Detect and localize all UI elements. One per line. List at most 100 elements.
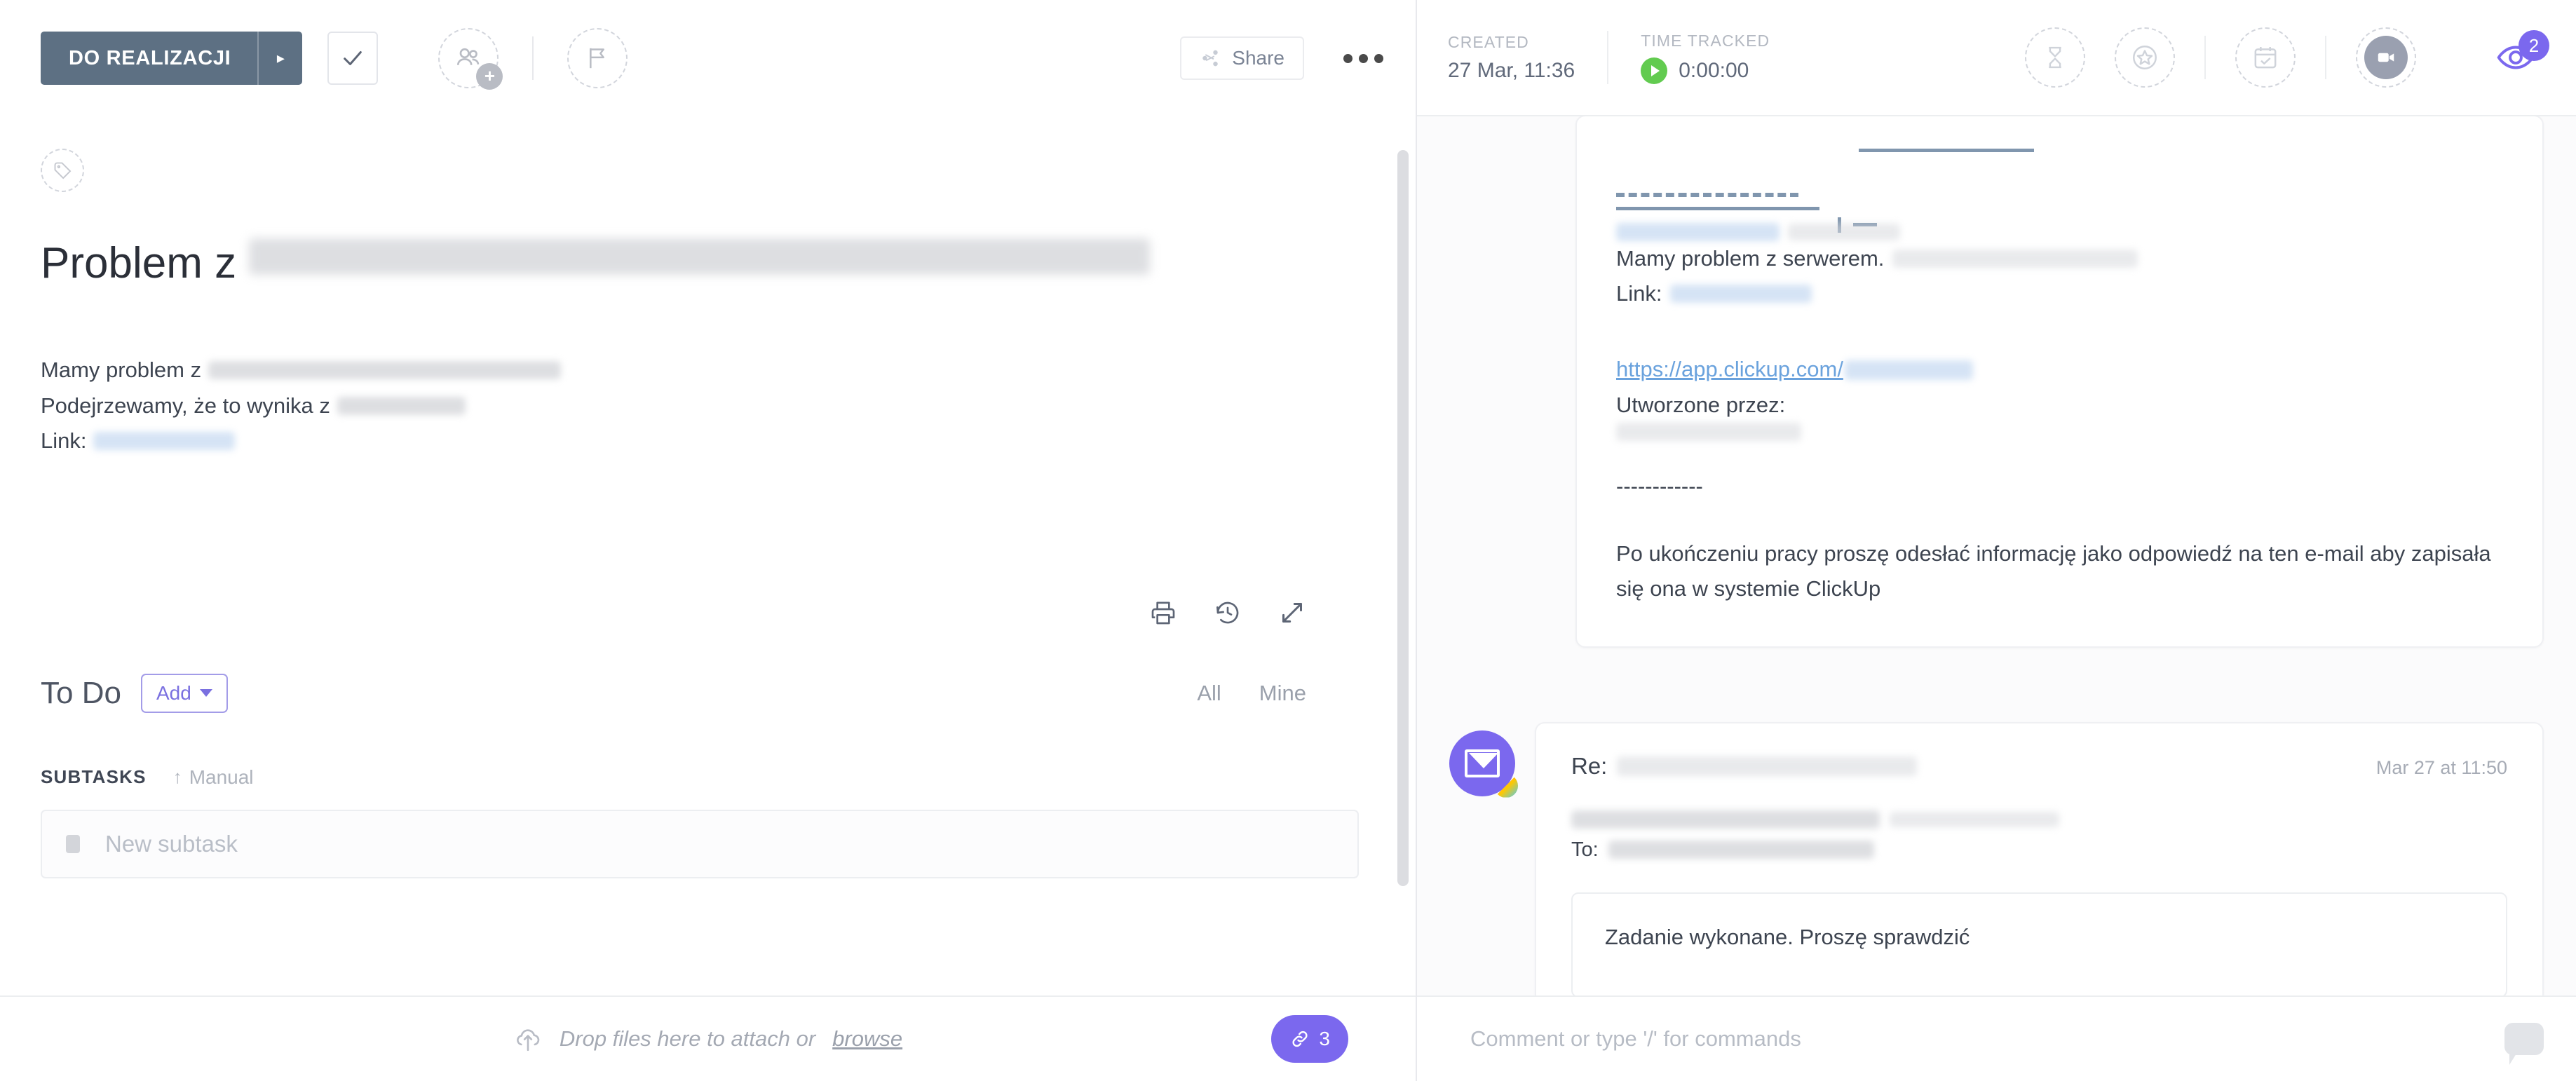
description-line-2-visible: Podejrzewamy, że to wynika z — [41, 393, 330, 418]
email-message-card-2[interactable]: Re: Testowy problem z serwerem Mar 27 at… — [1535, 721, 2544, 995]
clickup-task-link-redacted: 863bj2ywnau — [1844, 360, 1973, 380]
toolbar-right-group: Share — [1180, 36, 1392, 80]
expand-icon — [1282, 602, 1302, 623]
subtasks-sort-button[interactable]: ↑ Manual — [173, 766, 254, 789]
time-tracked-meta[interactable]: TIME TRACKED 0:00:00 — [1641, 32, 1770, 84]
clickup-task-view: DO REALIZACJI ▸ + Share Problem z Mamy p… — [0, 0, 2576, 1081]
email-2-reply-body: Zadanie wykonane. Proszę sprawdzić — [1571, 892, 2507, 995]
history-icon — [1216, 601, 1239, 624]
print-icon — [1151, 601, 1175, 625]
activity-header: CREATED 27 Mar, 11:36 TIME TRACKED 0:00:… — [1417, 0, 2576, 116]
comment-bar[interactable]: Comment or type '/' for commands — [1417, 995, 2576, 1081]
quoted-dashed-divider — [1616, 193, 1798, 197]
email-1-created-by-label: Utworzone przez: — [1616, 388, 2503, 423]
subtask-drag-handle-icon[interactable] — [66, 834, 80, 853]
created-value: 27 Mar, 11:36 — [1448, 58, 1575, 82]
priority-flag-button[interactable] — [567, 28, 628, 88]
chevron-right-icon[interactable]: ▸ — [259, 32, 302, 85]
dot-2 — [1359, 53, 1368, 63]
description-actions — [41, 599, 1367, 630]
description-link-redacted[interactable]: www.mentor.pl — [93, 431, 236, 450]
tab-all[interactable]: All — [1197, 681, 1221, 706]
email-1-body-link-redacted[interactable]: www.mentor.pl — [1670, 285, 1812, 304]
task-description[interactable]: Mamy problem z serwerem. Testowa nazwa p… — [41, 353, 1367, 458]
email-1-clickup-url-row[interactable]: https://app.clickup.com/ 863bj2ywnau — [1616, 352, 2503, 387]
play-icon[interactable] — [1641, 57, 1668, 84]
attachments-count-button[interactable]: 3 — [1271, 1015, 1348, 1063]
email-1-closing-text: Po ukończeniu pracy proszę odesłać infor… — [1616, 541, 2491, 601]
description-line-3-visible: Link: — [41, 428, 87, 453]
description-history-button[interactable] — [1214, 599, 1242, 630]
more-options-button[interactable] — [1335, 47, 1392, 70]
task-tags-button[interactable] — [41, 149, 1367, 192]
created-by-label: Utworzone przez: — [1616, 392, 1786, 417]
browse-files-link[interactable]: browse — [832, 1026, 902, 1052]
subtasks-header: SUBTASKS ↑ Manual — [41, 766, 1367, 789]
time-tracked-row: 0:00:00 — [1641, 57, 1770, 84]
time-estimate-button[interactable] — [2025, 27, 2085, 88]
task-status-label: DO REALIZACJI — [69, 46, 231, 69]
activity-feed[interactable]: Testowy problem z serwerem Mamy problem … — [1417, 116, 2576, 995]
share-button[interactable]: Share — [1180, 36, 1304, 80]
print-description-button[interactable] — [1149, 599, 1177, 630]
hourglass-icon — [2049, 46, 2061, 69]
created-label: CREATED — [1448, 32, 1529, 51]
created-by-redacted: Leszek Szczerbicki — [1616, 422, 1801, 441]
email-1-divider-label: ------------ — [1616, 473, 1703, 498]
email-1-divider-text: ------------ — [1616, 469, 2503, 504]
task-title-visible: Problem z — [41, 239, 237, 287]
page-title[interactable]: Problem z serwerem w sobotne 27.17CMD Ne… — [41, 238, 1367, 288]
meta-divider — [1607, 31, 1609, 84]
comment-input-placeholder[interactable]: Comment or type '/' for commands — [1470, 1026, 1801, 1052]
description-line-1-visible: Mamy problem z — [41, 358, 202, 383]
email-2-subject-prefix: Re: — [1571, 752, 1608, 779]
task-body: Problem z serwerem w sobotne 27.17CMD Ne… — [0, 116, 1416, 995]
created-meta[interactable]: CREATED 27 Mar, 11:36 — [1448, 33, 1575, 83]
attachment-count: 3 — [1319, 1028, 1330, 1049]
assignee-button[interactable]: + — [438, 28, 503, 90]
attachment-dropzone-bar[interactable]: Drop files here to attach or browse 3 — [0, 995, 1416, 1081]
task-toolbar: DO REALIZACJI ▸ + Share — [0, 0, 1416, 116]
task-body-scrollbar[interactable] — [1397, 150, 1409, 886]
tag-glyph-icon — [54, 162, 72, 179]
share-button-label: Share — [1232, 47, 1284, 69]
new-subtask-placeholder: New subtask — [105, 830, 238, 857]
email-1-body-line-2-visible: Link: — [1616, 281, 1662, 306]
task-status-dropdown[interactable]: DO REALIZACJI ▸ — [41, 32, 303, 85]
email-2-subject-redacted: Testowy problem z serwerem — [1617, 756, 1917, 776]
subtasks-sort-label: Manual — [189, 766, 254, 788]
email-2-date: Mar 27 at 11:50 — [2375, 756, 2507, 778]
dot-1 — [1343, 53, 1353, 63]
email-2-from-line: Mentor - Cyfryzujemy zarządzanie kontakt… — [1571, 810, 2507, 829]
new-subtask-input[interactable]: New subtask — [41, 809, 1359, 878]
add-subtask-dropdown[interactable]: Add — [140, 673, 228, 713]
mark-complete-button[interactable] — [327, 32, 379, 85]
expand-description-button[interactable] — [1278, 599, 1306, 630]
email-message-card-1[interactable]: Testowy problem z serwerem Mamy problem … — [1575, 116, 2544, 648]
activity-header-icons: 2 — [2025, 27, 2549, 88]
watchers-button[interactable]: 2 — [2483, 30, 2549, 85]
record-clip-button[interactable] — [2356, 27, 2416, 88]
watchers-count-badge: 2 — [2519, 30, 2549, 61]
sort-arrow-up-icon: ↑ — [172, 766, 182, 788]
add-assignee-plus-badge[interactable]: + — [476, 63, 503, 90]
due-date-button[interactable] — [2235, 27, 2296, 88]
email-2-addresses: Mentor - Cyfryzujemy zarządzanie kontakt… — [1571, 810, 2507, 862]
tab-mine[interactable]: Mine — [1259, 681, 1306, 706]
star-circle-icon — [2133, 46, 2157, 69]
comment-bubble-icon[interactable] — [2504, 1023, 2544, 1065]
header-icon-divider-1 — [2204, 36, 2206, 79]
email-1-quoted-subject: Testowy problem z serwerem — [1616, 223, 2503, 241]
envelope-glyph-icon — [1465, 749, 1500, 777]
email-avatar-icon — [1449, 730, 1518, 798]
description-line-1: Mamy problem z serwerem. Testowa nazwa p… — [41, 353, 1367, 388]
email-1-created-by-value: Leszek Szczerbicki — [1616, 422, 2503, 441]
clickup-task-link[interactable]: https://app.clickup.com/ — [1616, 352, 1843, 387]
sprint-points-button[interactable] — [2115, 27, 2175, 88]
email-2-reply-text: Zadanie wykonane. Proszę sprawdzić — [1605, 924, 1970, 949]
email-2-from-email-redacted: kontakt@mentor.pl — [1889, 811, 2060, 827]
subtasks-label: SUBTASKS — [41, 766, 147, 788]
chevron-down-icon — [199, 689, 212, 698]
task-content: Problem z serwerem w sobotne 27.17CMD Ne… — [0, 116, 1416, 878]
link-icon — [1292, 1031, 1308, 1047]
